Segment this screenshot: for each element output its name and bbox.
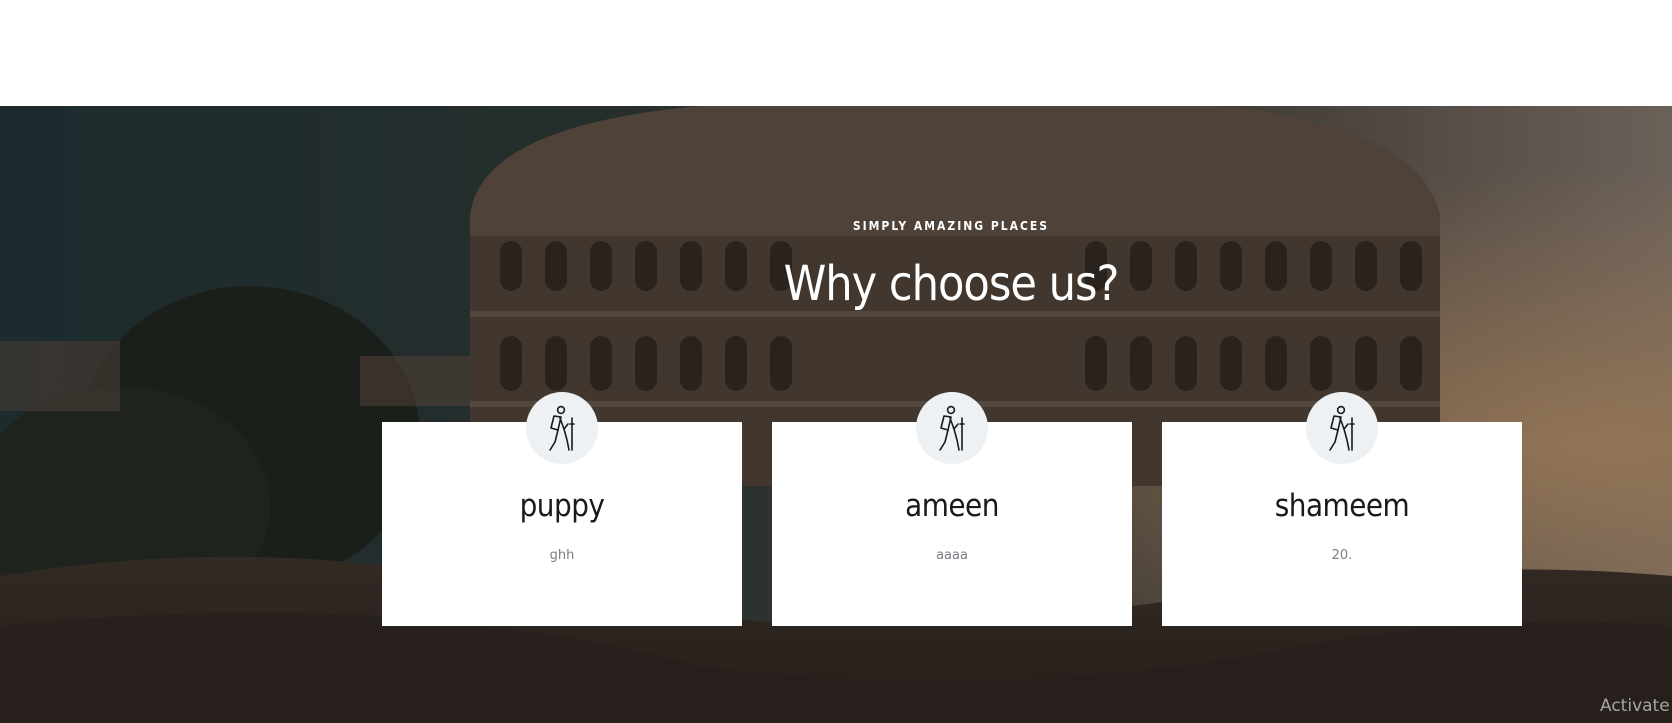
section-title: Why choose us? bbox=[783, 256, 1120, 312]
feature-card-ameen: ameen aaaa bbox=[772, 392, 1132, 626]
icon-circle bbox=[526, 392, 598, 464]
top-bar bbox=[0, 0, 1672, 106]
page: SIMPLY AMAZING PLACES Why choose us? pup… bbox=[0, 0, 1672, 723]
icon-circle bbox=[916, 392, 988, 464]
card-text: aaaa bbox=[936, 548, 968, 563]
activation-watermark: Activate bbox=[1600, 696, 1670, 716]
card-title: puppy bbox=[519, 488, 605, 524]
card-title: shameem bbox=[1274, 488, 1410, 524]
card-text: 20. bbox=[1331, 548, 1353, 563]
feature-card-shameem: shameem 20. bbox=[1162, 392, 1522, 626]
hiker-icon bbox=[549, 405, 575, 451]
card-text: ghh bbox=[549, 548, 575, 563]
hiker-icon bbox=[1329, 405, 1355, 451]
why-choose-us-section: SIMPLY AMAZING PLACES Why choose us? pup… bbox=[0, 106, 1672, 723]
icon-circle bbox=[1306, 392, 1378, 464]
colosseum-background-image bbox=[0, 106, 1672, 723]
feature-card-puppy: puppy ghh bbox=[382, 392, 742, 626]
hiker-icon bbox=[939, 405, 965, 451]
card-title: ameen bbox=[905, 488, 999, 524]
section-eyebrow: SIMPLY AMAZING PLACES bbox=[852, 219, 1050, 233]
